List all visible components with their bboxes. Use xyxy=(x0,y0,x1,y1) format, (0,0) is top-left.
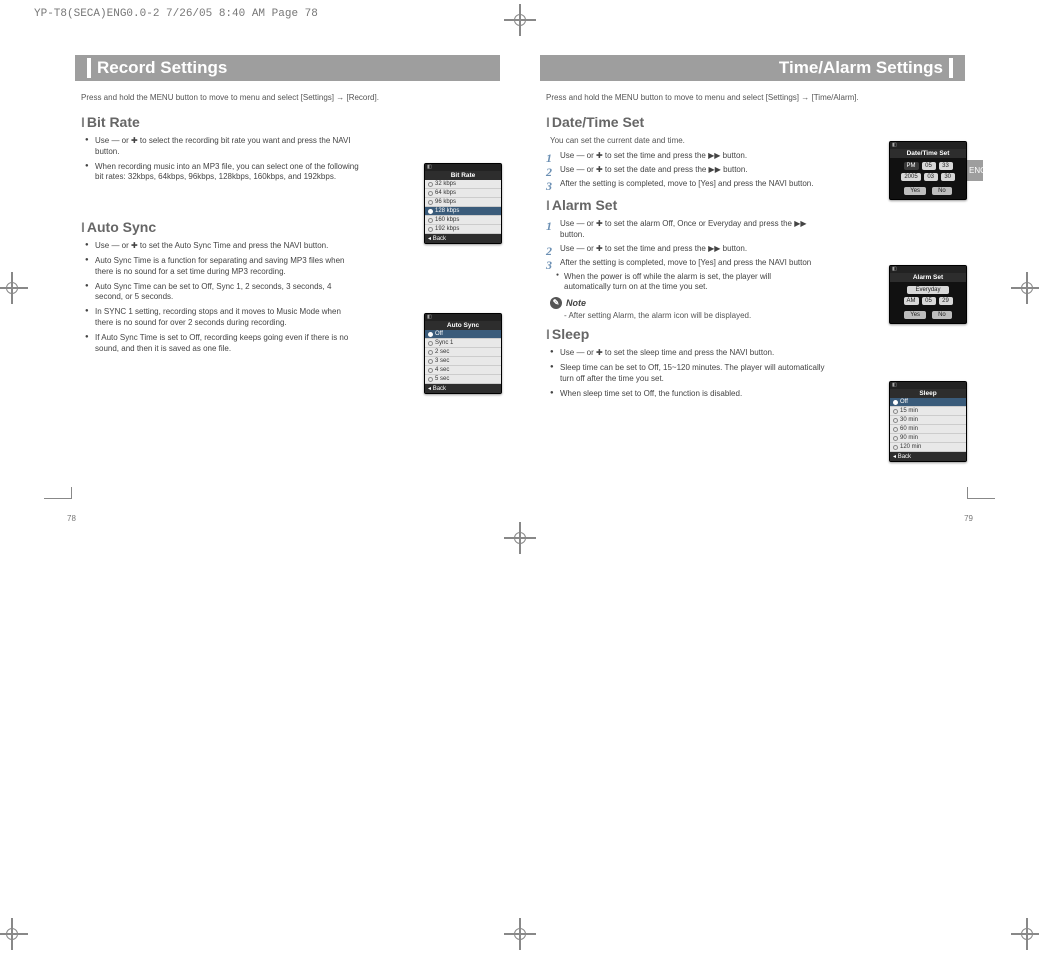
crop-mark-left xyxy=(44,498,72,510)
intro-left: Press and hold the MENU button to move t… xyxy=(81,93,494,102)
screen-title: Sleep xyxy=(890,389,966,398)
screen-title: Date/Time Set xyxy=(890,149,966,158)
minute-value: 33 xyxy=(939,162,953,170)
option-row: 60 min xyxy=(890,425,966,434)
registration-mark-bottom xyxy=(512,926,528,942)
option-row: 192 kbps xyxy=(425,225,501,234)
list-item: Auto Sync Time is a function for separat… xyxy=(95,256,361,278)
device-screen-bitrate: ◧ Bit Rate 32 kbps 64 kbps 96 kbps 128 k… xyxy=(424,163,502,244)
step-item: After the setting is completed, move to … xyxy=(560,179,816,190)
option-row: 30 min xyxy=(890,416,966,425)
step-item: Use — or ✚ to set the alarm Off, Once or… xyxy=(560,219,816,241)
registration-mark-br xyxy=(1019,926,1035,942)
month-value: 03 xyxy=(924,173,938,181)
step-item: Use — or ✚ to set the date and press the… xyxy=(560,165,816,176)
list-item: Use — or ✚ to set the Auto Sync Time and… xyxy=(95,241,361,252)
heading-sleep: ISleep xyxy=(546,326,959,342)
yes-button: Yes xyxy=(904,187,926,195)
device-screen-alarm: ◧ Alarm Set Everyday AM 05 29 Yes No xyxy=(889,265,967,324)
title-bar-record: Record Settings xyxy=(75,55,500,81)
sleep-bullets: Use — or ✚ to set the sleep time and pre… xyxy=(546,348,826,399)
bitrate-bullets: Use — or ✚ to select the recording bit r… xyxy=(81,136,361,183)
step-item: After the setting is completed, move to … xyxy=(560,258,816,269)
year-value: 2005 xyxy=(901,173,920,181)
list-item: Use — or ✚ to set the sleep time and pre… xyxy=(560,348,826,359)
page-title-right: Time/Alarm Settings xyxy=(779,58,943,78)
option-row: 160 kbps xyxy=(425,216,501,225)
registration-mark-right xyxy=(1019,280,1035,296)
device-screen-sleep: ◧ Sleep Off 15 min 30 min 60 min 90 min … xyxy=(889,381,967,462)
list-item: When the power is off while the alarm is… xyxy=(564,272,816,294)
page-number-left: 78 xyxy=(67,514,76,523)
autosync-bullets: Use — or ✚ to set the Auto Sync Time and… xyxy=(81,241,361,354)
option-row: 96 kbps xyxy=(425,198,501,207)
option-row: 4 sec xyxy=(425,366,501,375)
alarm-mode: Everyday xyxy=(907,286,948,294)
page-number-right: 79 xyxy=(964,514,973,523)
heading-datetime: IDate/Time Set xyxy=(546,114,959,130)
intro-right: Press and hold the MENU button to move t… xyxy=(546,93,959,102)
hour-value: 05 xyxy=(922,297,936,305)
option-row: 2 sec xyxy=(425,348,501,357)
option-row: 3 sec xyxy=(425,357,501,366)
back-row: ◂ Back xyxy=(425,234,501,243)
registration-mark-bl xyxy=(4,926,20,942)
hour-value: 05 xyxy=(922,162,936,170)
option-row: 15 min xyxy=(890,407,966,416)
back-row: ◂ Back xyxy=(890,452,966,461)
print-header: YP-T8(SECA)ENG0.0-2 7/26/05 8:40 AM Page… xyxy=(34,8,318,20)
option-row-selected: 128 kbps xyxy=(425,207,501,216)
page-title-left: Record Settings xyxy=(97,58,227,78)
option-row: 120 min xyxy=(890,443,966,452)
page-left: Record Settings Press and hold the MENU … xyxy=(75,55,500,515)
registration-mark-left xyxy=(4,280,20,296)
day-value: 30 xyxy=(941,173,955,181)
registration-mark-mid xyxy=(512,530,528,546)
no-button: No xyxy=(932,187,952,195)
back-row: ◂ Back xyxy=(425,384,501,393)
list-item: Auto Sync Time can be set to Off, Sync 1… xyxy=(95,282,361,304)
ampm-value: AM xyxy=(904,297,919,305)
step-item: Use — or ✚ to set the time and press the… xyxy=(560,244,816,255)
alarm-sub-bullets: When the power is off while the alarm is… xyxy=(546,272,816,294)
device-screen-autosync: ◧ Auto Sync Off Sync 1 2 sec 3 sec 4 sec… xyxy=(424,313,502,394)
option-row-selected: Off xyxy=(425,330,501,339)
title-bar-timealarm: Time/Alarm Settings xyxy=(540,55,965,81)
crop-mark-right xyxy=(967,498,995,510)
list-item: If Auto Sync Time is set to Off, recordi… xyxy=(95,333,361,355)
screen-title: Bit Rate xyxy=(425,171,501,180)
screen-title: Auto Sync xyxy=(425,321,501,330)
heading-bit-rate: IBit Rate xyxy=(81,114,494,130)
no-button: No xyxy=(932,311,952,319)
language-tab: ENG xyxy=(967,160,983,181)
device-screen-datetime: ◧ Date/Time Set PM 05 33 2005 03 30 Yes … xyxy=(889,141,967,200)
list-item: In SYNC 1 setting, recording stops and i… xyxy=(95,307,361,329)
screen-title: Alarm Set xyxy=(890,273,966,282)
alarm-steps: Use — or ✚ to set the alarm Off, Once or… xyxy=(546,219,816,268)
option-row: Sync 1 xyxy=(425,339,501,348)
option-row: 5 sec xyxy=(425,375,501,384)
registration-mark-top xyxy=(512,12,528,28)
list-item: When recording music into an MP3 file, y… xyxy=(95,162,361,184)
note-icon: ✎ xyxy=(550,297,562,309)
list-item: Use — or ✚ to select the recording bit r… xyxy=(95,136,361,158)
list-item: When sleep time set to Off, the function… xyxy=(560,389,826,400)
minute-value: 29 xyxy=(939,297,953,305)
ampm-value: PM xyxy=(904,162,919,170)
step-item: Use — or ✚ to set the time and press the… xyxy=(560,151,816,162)
yes-button: Yes xyxy=(904,311,926,319)
option-row-selected: Off xyxy=(890,398,966,407)
page-right: Time/Alarm Settings ENG Press and hold t… xyxy=(540,55,965,515)
datetime-steps: Use — or ✚ to set the time and press the… xyxy=(546,151,816,189)
option-row: 32 kbps xyxy=(425,180,501,189)
list-item: Sleep time can be set to Off, 15~120 min… xyxy=(560,363,826,385)
note-label: Note xyxy=(566,298,586,308)
option-row: 90 min xyxy=(890,434,966,443)
option-row: 64 kbps xyxy=(425,189,501,198)
